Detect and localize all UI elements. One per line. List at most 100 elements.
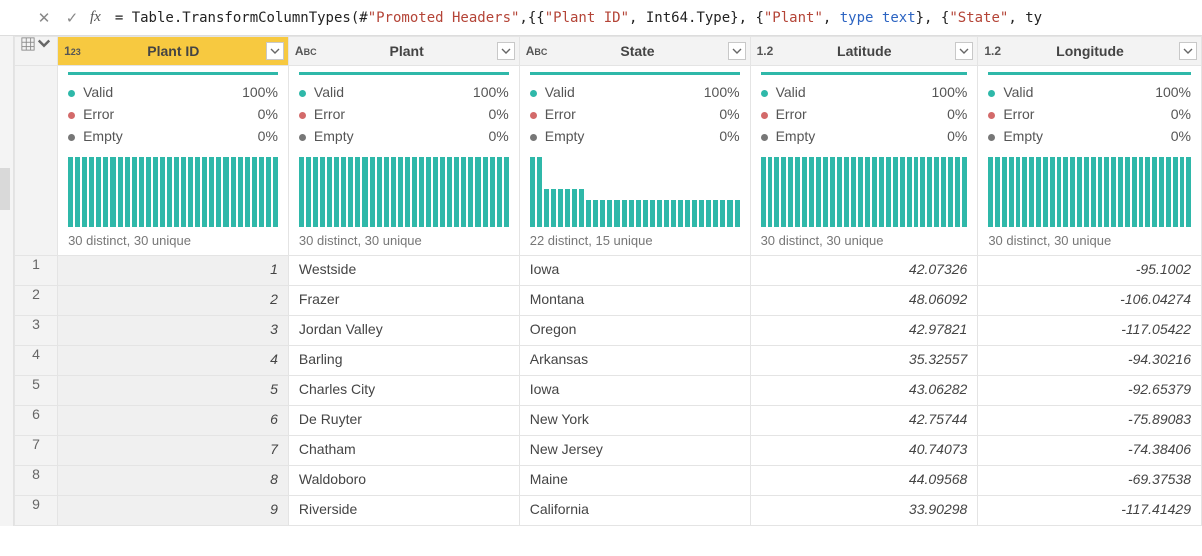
row-number[interactable]: 9 bbox=[15, 496, 58, 526]
cell-state[interactable]: Montana bbox=[519, 286, 750, 316]
filter-button-state[interactable] bbox=[728, 42, 746, 60]
cell-plant[interactable]: Charles City bbox=[288, 376, 519, 406]
quality-bar bbox=[988, 72, 1191, 75]
cell-plant[interactable]: Frazer bbox=[288, 286, 519, 316]
cell-longitude[interactable]: -74.38406 bbox=[978, 436, 1202, 466]
cell-latitude[interactable]: 44.09568 bbox=[750, 466, 978, 496]
row-number[interactable]: 7 bbox=[15, 436, 58, 466]
cell-plant_id[interactable]: 3 bbox=[58, 316, 289, 346]
table-row[interactable]: 99RiversideCalifornia33.90298-117.41429 bbox=[15, 496, 1202, 526]
column-header-latitude[interactable]: 1.2 Latitude bbox=[750, 37, 978, 66]
row-number[interactable]: 5 bbox=[15, 376, 58, 406]
cell-state[interactable]: New York bbox=[519, 406, 750, 436]
type-badge-state[interactable]: ABC bbox=[526, 44, 548, 58]
table-row[interactable]: 33Jordan ValleyOregon42.97821-117.05422 bbox=[15, 316, 1202, 346]
stat-empty: Empty0% bbox=[530, 125, 740, 147]
table-row[interactable]: 44BarlingArkansas35.32557-94.30216 bbox=[15, 346, 1202, 376]
row-number[interactable]: 6 bbox=[15, 406, 58, 436]
cell-plant_id[interactable]: 6 bbox=[58, 406, 289, 436]
cell-latitude[interactable]: 48.06092 bbox=[750, 286, 978, 316]
distribution-chart bbox=[988, 157, 1191, 227]
cell-state[interactable]: Iowa bbox=[519, 256, 750, 286]
table-row[interactable]: 66De RuyterNew York42.75744-75.89083 bbox=[15, 406, 1202, 436]
cell-plant_id[interactable]: 4 bbox=[58, 346, 289, 376]
cell-longitude[interactable]: -92.65379 bbox=[978, 376, 1202, 406]
cell-state[interactable]: Iowa bbox=[519, 376, 750, 406]
filter-button-plant[interactable] bbox=[497, 42, 515, 60]
cell-plant[interactable]: Waldoboro bbox=[288, 466, 519, 496]
column-header-longitude[interactable]: 1.2 Longitude bbox=[978, 37, 1202, 66]
cell-plant_id[interactable]: 8 bbox=[58, 466, 289, 496]
profile-gutter bbox=[15, 66, 58, 256]
cell-longitude[interactable]: -69.37538 bbox=[978, 466, 1202, 496]
chevron-down-icon bbox=[501, 46, 511, 56]
chevron-down-icon bbox=[959, 46, 969, 56]
stat-error: Error0% bbox=[530, 103, 740, 125]
cell-state[interactable]: California bbox=[519, 496, 750, 526]
table-row[interactable]: 77ChathamNew Jersey40.74073-74.38406 bbox=[15, 436, 1202, 466]
collapsed-panel-tab[interactable] bbox=[0, 168, 10, 210]
filter-button-longitude[interactable] bbox=[1179, 42, 1197, 60]
confirm-formula-button[interactable]: ✓ bbox=[58, 4, 86, 32]
cell-longitude[interactable]: -94.30216 bbox=[978, 346, 1202, 376]
distribution-summary: 30 distinct, 30 unique bbox=[988, 233, 1191, 248]
cell-longitude[interactable]: -117.41429 bbox=[978, 496, 1202, 526]
cancel-formula-button[interactable]: ✕ bbox=[30, 4, 58, 32]
cell-plant_id[interactable]: 9 bbox=[58, 496, 289, 526]
column-name: Longitude bbox=[1007, 43, 1173, 59]
cell-latitude[interactable]: 43.06282 bbox=[750, 376, 978, 406]
cell-latitude[interactable]: 40.74073 bbox=[750, 436, 978, 466]
stat-valid: Valid100% bbox=[530, 81, 740, 103]
cell-plant_id[interactable]: 1 bbox=[58, 256, 289, 286]
row-number[interactable]: 4 bbox=[15, 346, 58, 376]
table-row[interactable]: 55Charles CityIowa43.06282-92.65379 bbox=[15, 376, 1202, 406]
chevron-down-icon bbox=[37, 37, 51, 51]
cell-plant[interactable]: Westside bbox=[288, 256, 519, 286]
row-number[interactable]: 2 bbox=[15, 286, 58, 316]
table-row[interactable]: 11WestsideIowa42.07326-95.1002 bbox=[15, 256, 1202, 286]
cell-state[interactable]: Maine bbox=[519, 466, 750, 496]
cell-latitude[interactable]: 42.97821 bbox=[750, 316, 978, 346]
cell-longitude[interactable]: -117.05422 bbox=[978, 316, 1202, 346]
cell-longitude[interactable]: -75.89083 bbox=[978, 406, 1202, 436]
cell-state[interactable]: Oregon bbox=[519, 316, 750, 346]
fx-label: fx bbox=[86, 9, 109, 26]
type-badge-plant_id[interactable]: 123 bbox=[64, 44, 81, 58]
cell-longitude[interactable]: -106.04274 bbox=[978, 286, 1202, 316]
cell-state[interactable]: Arkansas bbox=[519, 346, 750, 376]
column-profile-plant: Valid100%Error0%Empty0%30 distinct, 30 u… bbox=[288, 66, 519, 256]
cell-plant_id[interactable]: 7 bbox=[58, 436, 289, 466]
cell-latitude[interactable]: 35.32557 bbox=[750, 346, 978, 376]
table-row[interactable]: 22FrazerMontana48.06092-106.04274 bbox=[15, 286, 1202, 316]
cell-latitude[interactable]: 42.75744 bbox=[750, 406, 978, 436]
column-name: Latitude bbox=[779, 43, 949, 59]
row-number[interactable]: 8 bbox=[15, 466, 58, 496]
cell-plant[interactable]: Riverside bbox=[288, 496, 519, 526]
distribution-chart bbox=[530, 157, 740, 227]
table-options-button[interactable] bbox=[15, 37, 58, 66]
cell-plant_id[interactable]: 5 bbox=[58, 376, 289, 406]
cell-plant[interactable]: Jordan Valley bbox=[288, 316, 519, 346]
cell-latitude[interactable]: 33.90298 bbox=[750, 496, 978, 526]
column-header-plant[interactable]: ABC Plant bbox=[288, 37, 519, 66]
table-row[interactable]: 88WaldoboroMaine44.09568-69.37538 bbox=[15, 466, 1202, 496]
column-header-state[interactable]: ABCState bbox=[519, 37, 750, 66]
column-header-plant_id[interactable]: 123Plant ID bbox=[58, 37, 289, 66]
filter-button-latitude[interactable] bbox=[955, 42, 973, 60]
type-badge-plant[interactable]: ABC bbox=[295, 44, 317, 58]
cell-plant[interactable]: Barling bbox=[288, 346, 519, 376]
row-number[interactable]: 1 bbox=[15, 256, 58, 286]
cell-plant_id[interactable]: 2 bbox=[58, 286, 289, 316]
formula-input[interactable]: = Table.TransformColumnTypes(#"Promoted … bbox=[109, 6, 1202, 30]
cell-plant[interactable]: Chatham bbox=[288, 436, 519, 466]
type-badge-longitude[interactable]: 1.2 bbox=[984, 44, 1001, 58]
column-name: Plant bbox=[323, 43, 491, 59]
row-number[interactable]: 3 bbox=[15, 316, 58, 346]
cell-longitude[interactable]: -95.1002 bbox=[978, 256, 1202, 286]
cell-state[interactable]: New Jersey bbox=[519, 436, 750, 466]
filter-button-plant_id[interactable] bbox=[266, 42, 284, 60]
stat-valid: Valid100% bbox=[68, 81, 278, 103]
cell-plant[interactable]: De Ruyter bbox=[288, 406, 519, 436]
type-badge-latitude[interactable]: 1.2 bbox=[757, 44, 774, 58]
cell-latitude[interactable]: 42.07326 bbox=[750, 256, 978, 286]
